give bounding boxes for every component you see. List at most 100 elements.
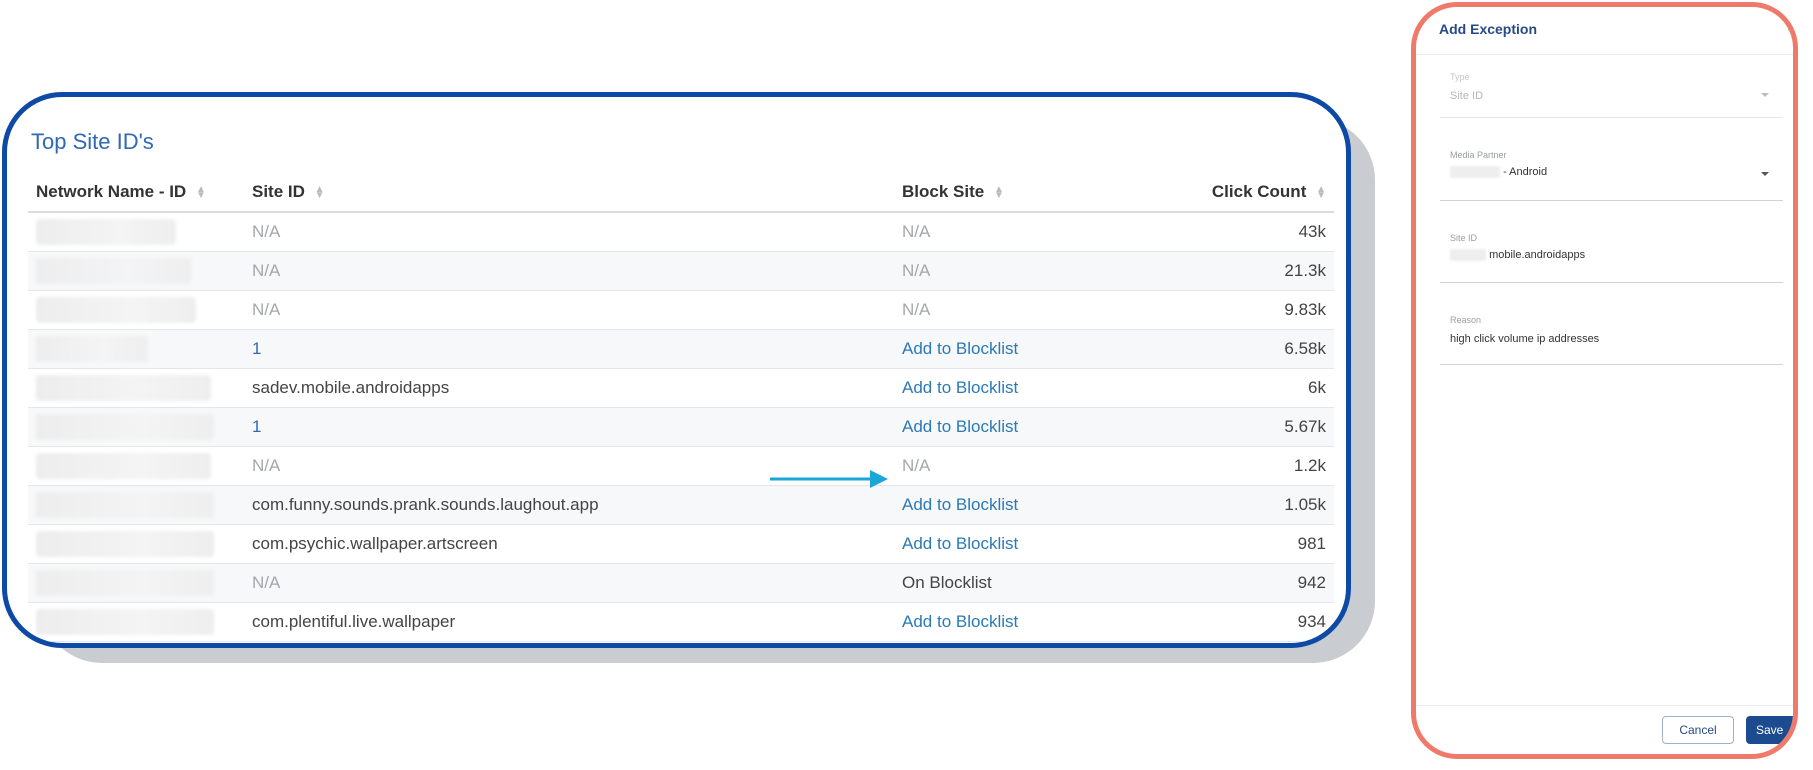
cancel-button[interactable]: Cancel	[1662, 716, 1734, 744]
redacted-network-name	[36, 297, 196, 323]
click-count-cell: 5.67k	[1190, 407, 1334, 447]
site-id-value[interactable]: 1	[252, 339, 261, 358]
redacted-network-name	[36, 531, 214, 557]
table-header-row: Network Name - ID ▲ ▼ Site ID ▲ ▼ Block Si…	[28, 173, 1334, 213]
table-row: N/A N/A 21.3k	[28, 251, 1334, 291]
table-body: N/A N/A 43k N/A N/A 21.3k N/A N/A 9.83k 1 Add to B…	[28, 212, 1334, 642]
click-count-cell: 1.2k	[1190, 446, 1334, 486]
media-partner-value: - Android	[1503, 166, 1548, 178]
block-site-cell: N/A	[894, 212, 1190, 252]
sort-icon[interactable]: ▲ ▼	[315, 184, 325, 200]
sort-icon[interactable]: ▲ ▼	[1316, 184, 1326, 200]
pointer-arrow-icon	[770, 470, 888, 488]
type-select: Type Site ID	[1440, 69, 1783, 118]
block-site-na: N/A	[902, 300, 931, 319]
site-id-value: mobile.androidapps	[1489, 249, 1586, 261]
column-header-block-site[interactable]: Block Site ▲ ▼	[894, 173, 1190, 213]
block-site-cell: Add to Blocklist	[894, 329, 1190, 369]
redacted-network-name	[36, 609, 214, 635]
modal-header: Add Exception ×	[1416, 7, 1793, 55]
site-id-field[interactable]: Site ID mobile.androidapps	[1440, 230, 1783, 283]
site-id-value: N/A	[252, 573, 281, 592]
click-count-cell: 6.58k	[1190, 329, 1334, 369]
reason-label: Reason	[1450, 315, 1482, 325]
site-id-value: N/A	[252, 456, 281, 475]
reason-value: high click volume ip addresses	[1450, 333, 1600, 345]
network-name-cell	[28, 329, 244, 369]
redacted-network-name	[36, 453, 211, 479]
type-label: Type	[1450, 72, 1470, 82]
on-blocklist-status: On Blocklist	[902, 573, 992, 592]
table-row: com.funny.sounds.prank.sounds.laughout.a…	[28, 485, 1334, 525]
site-id-cell: com.plentiful.live.wallpaper	[244, 602, 894, 642]
add-exception-modal: Add Exception × Type Site ID Media Partn…	[1411, 2, 1798, 759]
chevron-down-icon[interactable]	[1761, 172, 1769, 176]
click-count-cell: 9.83k	[1190, 290, 1334, 330]
sort-icon[interactable]: ▲ ▼	[196, 184, 206, 200]
add-to-blocklist-link[interactable]: Add to Blocklist	[902, 339, 1018, 358]
modal-footer: Cancel Save	[1416, 705, 1793, 754]
site-id-cell: N/A	[244, 251, 894, 291]
column-header-site-id[interactable]: Site ID ▲ ▼	[244, 173, 894, 213]
top-site-ids-table: Network Name - ID ▲ ▼ Site ID ▲ ▼ Block Si…	[28, 173, 1334, 642]
column-header-click-count[interactable]: Click Count ▲ ▼	[1190, 173, 1334, 213]
media-partner-select[interactable]: Media Partner - Android	[1440, 147, 1783, 201]
click-count-cell: 6k	[1190, 368, 1334, 408]
site-id-value: com.plentiful.live.wallpaper	[252, 612, 456, 631]
add-to-blocklist-link[interactable]: Add to Blocklist	[902, 534, 1018, 553]
save-button[interactable]: Save	[1746, 716, 1793, 744]
site-id-cell: com.psychic.wallpaper.artscreen	[244, 524, 894, 564]
card-title: Top Site ID's	[31, 129, 154, 154]
site-id-value: com.funny.sounds.prank.sounds.laughout.a…	[252, 495, 599, 514]
site-id-cell: N/A	[244, 212, 894, 252]
chevron-down-icon	[1761, 93, 1769, 97]
add-to-blocklist-link[interactable]: Add to Blocklist	[902, 378, 1018, 397]
click-count-cell: 1.05k	[1190, 485, 1334, 525]
network-name-cell	[28, 563, 244, 603]
block-site-cell: N/A	[894, 251, 1190, 291]
block-site-na: N/A	[902, 456, 931, 475]
site-id-cell: 1	[244, 329, 894, 369]
click-count-cell: 981	[1190, 524, 1334, 564]
network-name-cell	[28, 212, 244, 252]
click-count-cell: 934	[1190, 602, 1334, 642]
site-id-value: N/A	[252, 300, 281, 319]
table-row: N/A N/A 43k	[28, 212, 1334, 252]
column-header-network[interactable]: Network Name - ID ▲ ▼	[28, 173, 244, 213]
redacted-network-name	[36, 492, 214, 518]
block-site-cell: On Blocklist	[894, 563, 1190, 603]
close-icon[interactable]: ×	[1787, 19, 1793, 35]
site-id-cell: 1	[244, 407, 894, 447]
site-id-value: N/A	[252, 222, 281, 241]
block-site-cell: Add to Blocklist	[894, 485, 1190, 525]
add-to-blocklist-link[interactable]: Add to Blocklist	[902, 612, 1018, 631]
modal-title: Add Exception	[1439, 21, 1538, 37]
redacted-network-name	[36, 219, 176, 245]
add-to-blocklist-link[interactable]: Add to Blocklist	[902, 417, 1018, 436]
block-site-na: N/A	[902, 261, 931, 280]
add-to-blocklist-link[interactable]: Add to Blocklist	[902, 495, 1018, 514]
redacted-partner-name	[1450, 166, 1500, 179]
block-site-cell: Add to Blocklist	[894, 524, 1190, 564]
table-row: sadev.mobile.androidapps Add to Blocklist…	[28, 368, 1334, 408]
redacted-network-name	[36, 336, 148, 362]
network-name-cell	[28, 485, 244, 525]
site-id-value: sadev.mobile.androidapps	[252, 378, 450, 397]
sort-icon[interactable]: ▲ ▼	[994, 184, 1004, 200]
site-id-value[interactable]: 1	[252, 417, 261, 436]
site-id-cell: com.funny.sounds.prank.sounds.laughout.a…	[244, 485, 894, 525]
table-row: 1 Add to Blocklist 5.67k	[28, 407, 1334, 447]
site-id-value: com.psychic.wallpaper.artscreen	[252, 534, 498, 553]
site-id-cell: N/A	[244, 290, 894, 330]
block-site-cell: N/A	[894, 290, 1190, 330]
table-row: com.plentiful.live.wallpaper Add to Block…	[28, 602, 1334, 642]
block-site-cell: Add to Blocklist	[894, 407, 1190, 447]
type-value: Site ID	[1450, 90, 1484, 102]
table-row: N/A N/A 9.83k	[28, 290, 1334, 330]
reason-field[interactable]: Reason high click volume ip addresses	[1440, 312, 1783, 365]
table-row: N/A On Blocklist 942	[28, 563, 1334, 603]
redacted-network-name	[36, 570, 214, 596]
redacted-network-name	[36, 375, 211, 401]
network-name-cell	[28, 290, 244, 330]
network-name-cell	[28, 407, 244, 447]
